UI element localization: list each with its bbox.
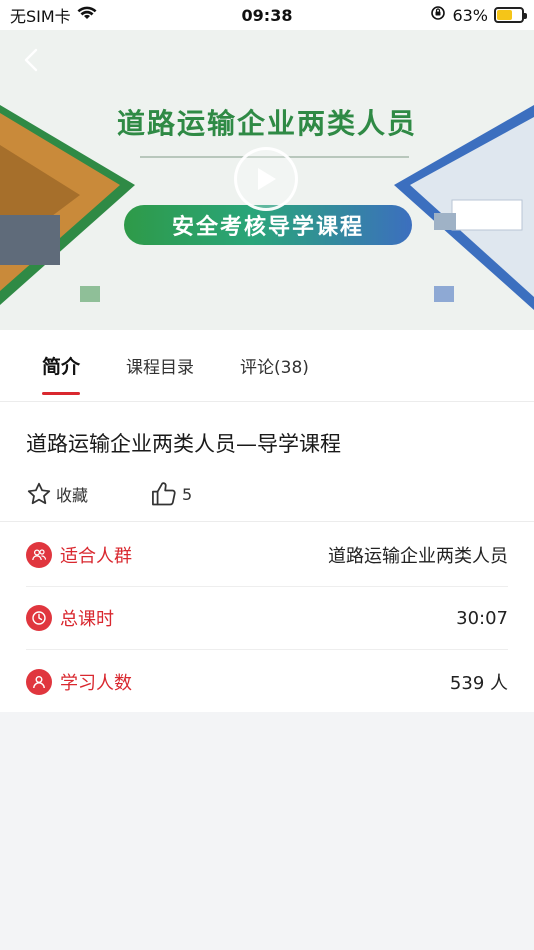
thumbs-up-icon	[152, 482, 176, 506]
back-button[interactable]	[18, 46, 46, 74]
user-icon	[26, 668, 52, 695]
duration-value: 30:07	[456, 607, 508, 629]
info-left: 学习人数	[26, 668, 132, 695]
tab-intro[interactable]: 简介	[42, 352, 81, 395]
battery-fill	[497, 10, 513, 20]
banner-title: 道路运输企业两类人员	[116, 107, 417, 140]
course-title: 道路运输企业两类人员—导学课程	[26, 432, 341, 456]
info-left: 总课时	[26, 605, 114, 631]
play-button[interactable]	[234, 147, 298, 211]
tab-comments[interactable]: 评论(38)	[240, 353, 309, 378]
info-left: 适合人群	[26, 542, 132, 568]
course-header: 道路运输企业两类人员—导学课程 收藏 5	[0, 402, 534, 522]
carrier-label: 无SIM卡	[10, 7, 71, 26]
info-row-audience: 适合人群 道路运输企业两类人员	[26, 524, 508, 587]
favorite-button[interactable]: 收藏	[26, 481, 88, 507]
chevron-left-icon	[24, 48, 38, 72]
status-right: 63%	[430, 5, 527, 25]
status-left: 无SIM卡	[10, 3, 97, 27]
course-actions: 收藏 5	[26, 480, 192, 508]
battery-icon	[494, 7, 527, 23]
info-row-duration: 总课时 30:07	[26, 587, 508, 650]
like-count: 5	[182, 484, 193, 504]
audience-label: 适合人群	[60, 546, 132, 567]
banner-square-blue	[434, 286, 454, 302]
banner-subtitle: 安全考核导学课程	[124, 205, 412, 245]
status-bar: 无SIM卡 09:38 63%	[0, 0, 534, 30]
play-icon	[258, 168, 276, 190]
course-video-banner[interactable]: 道路运输企业两类人员 安全考核导学课程	[0, 30, 534, 330]
learners-value: 539 人	[449, 672, 508, 694]
banner-square-green	[80, 286, 100, 302]
clock-icon	[26, 605, 52, 631]
favorite-label: 收藏	[56, 486, 89, 505]
duration-label: 总课时	[60, 609, 114, 630]
star-icon	[27, 482, 51, 505]
orientation-lock-icon	[430, 5, 446, 25]
wifi-icon	[77, 5, 97, 25]
audience-value: 道路运输企业两类人员	[328, 546, 508, 567]
course-info-list: 适合人群 道路运输企业两类人员 总课时 30:07 学习人数 539 人	[0, 522, 534, 712]
info-row-learners: 学习人数 539 人	[26, 650, 508, 713]
learners-label: 学习人数	[60, 672, 132, 694]
like-button[interactable]: 5	[150, 480, 192, 508]
tab-catalog[interactable]: 课程目录	[126, 353, 194, 378]
battery-percent: 63%	[452, 5, 488, 25]
course-tabs: 简介 课程目录 评论(38)	[0, 330, 534, 402]
people-icon	[26, 542, 52, 568]
